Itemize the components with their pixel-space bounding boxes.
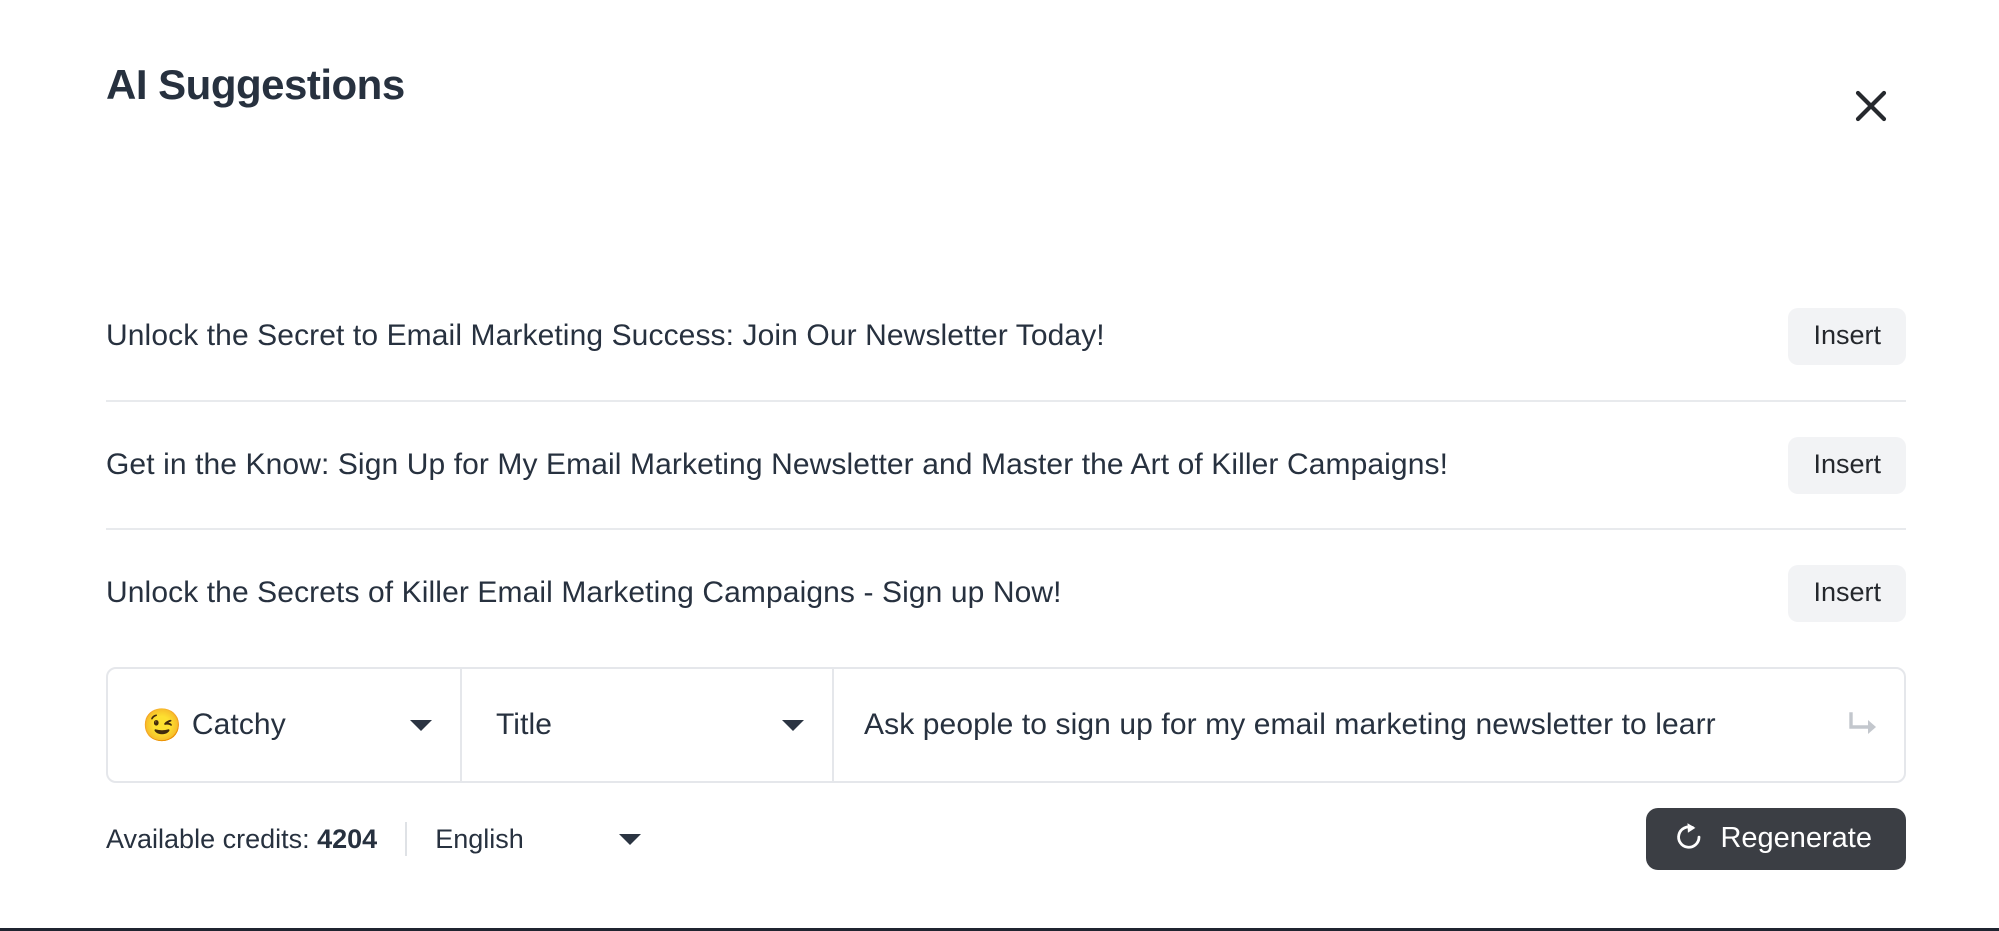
list-item: Unlock the Secrets of Killer Email Marke… (106, 528, 1906, 656)
chevron-down-icon (618, 833, 641, 845)
available-credits: Available credits: 4204 (106, 824, 377, 855)
close-icon (1854, 89, 1888, 123)
regenerate-button[interactable]: Regenerate (1646, 808, 1906, 870)
list-item: Get in the Know: Sign Up for My Email Ma… (106, 400, 1906, 528)
enter-return-icon[interactable] (1846, 710, 1880, 740)
prompt-input-value: Ask people to sign up for my email marke… (864, 708, 1716, 741)
page-title: AI Suggestions (106, 61, 405, 108)
credits-label: Available credits: (106, 823, 310, 854)
tone-value: Catchy (191, 708, 286, 741)
chevron-down-icon (782, 719, 804, 731)
insert-button[interactable]: Insert (1788, 307, 1906, 365)
chevron-down-icon (410, 719, 432, 731)
suggestion-text: Unlock the Secret to Email Marketing Suc… (106, 318, 1105, 352)
regenerate-label: Regenerate (1720, 821, 1872, 854)
credits-value: 4204 (317, 823, 378, 854)
composer-bar: 😉 Catchy Title Ask people to sign up for… (106, 667, 1906, 783)
winking-face-emoji: 😉 (142, 707, 182, 743)
list-item: Unlock the Secret to Email Marketing Suc… (106, 272, 1906, 400)
suggestion-text: Get in the Know: Sign Up for My Email Ma… (106, 447, 1449, 481)
insert-button[interactable]: Insert (1788, 436, 1906, 494)
suggestion-list: Unlock the Secret to Email Marketing Suc… (106, 272, 1906, 656)
language-value: English (435, 823, 524, 854)
content-type-value: Title (496, 708, 553, 741)
footer-divider (405, 822, 408, 856)
prompt-input[interactable]: Ask people to sign up for my email marke… (832, 669, 1904, 781)
insert-button[interactable]: Insert (1788, 564, 1906, 622)
content-type-select[interactable]: Title (460, 669, 832, 781)
modal-footer: Available credits: 4204 English Regenera… (106, 808, 1906, 870)
language-select[interactable]: English (435, 824, 641, 855)
suggestion-text: Unlock the Secrets of Killer Email Marke… (106, 575, 1062, 609)
close-button[interactable] (1843, 78, 1899, 134)
ai-suggestions-modal: AI Suggestions Unlock the Secret to Emai… (0, 0, 1999, 931)
tone-select[interactable]: 😉 Catchy (108, 669, 460, 781)
modal-header: AI Suggestions (0, 0, 1999, 150)
refresh-redo-icon (1674, 821, 1704, 857)
